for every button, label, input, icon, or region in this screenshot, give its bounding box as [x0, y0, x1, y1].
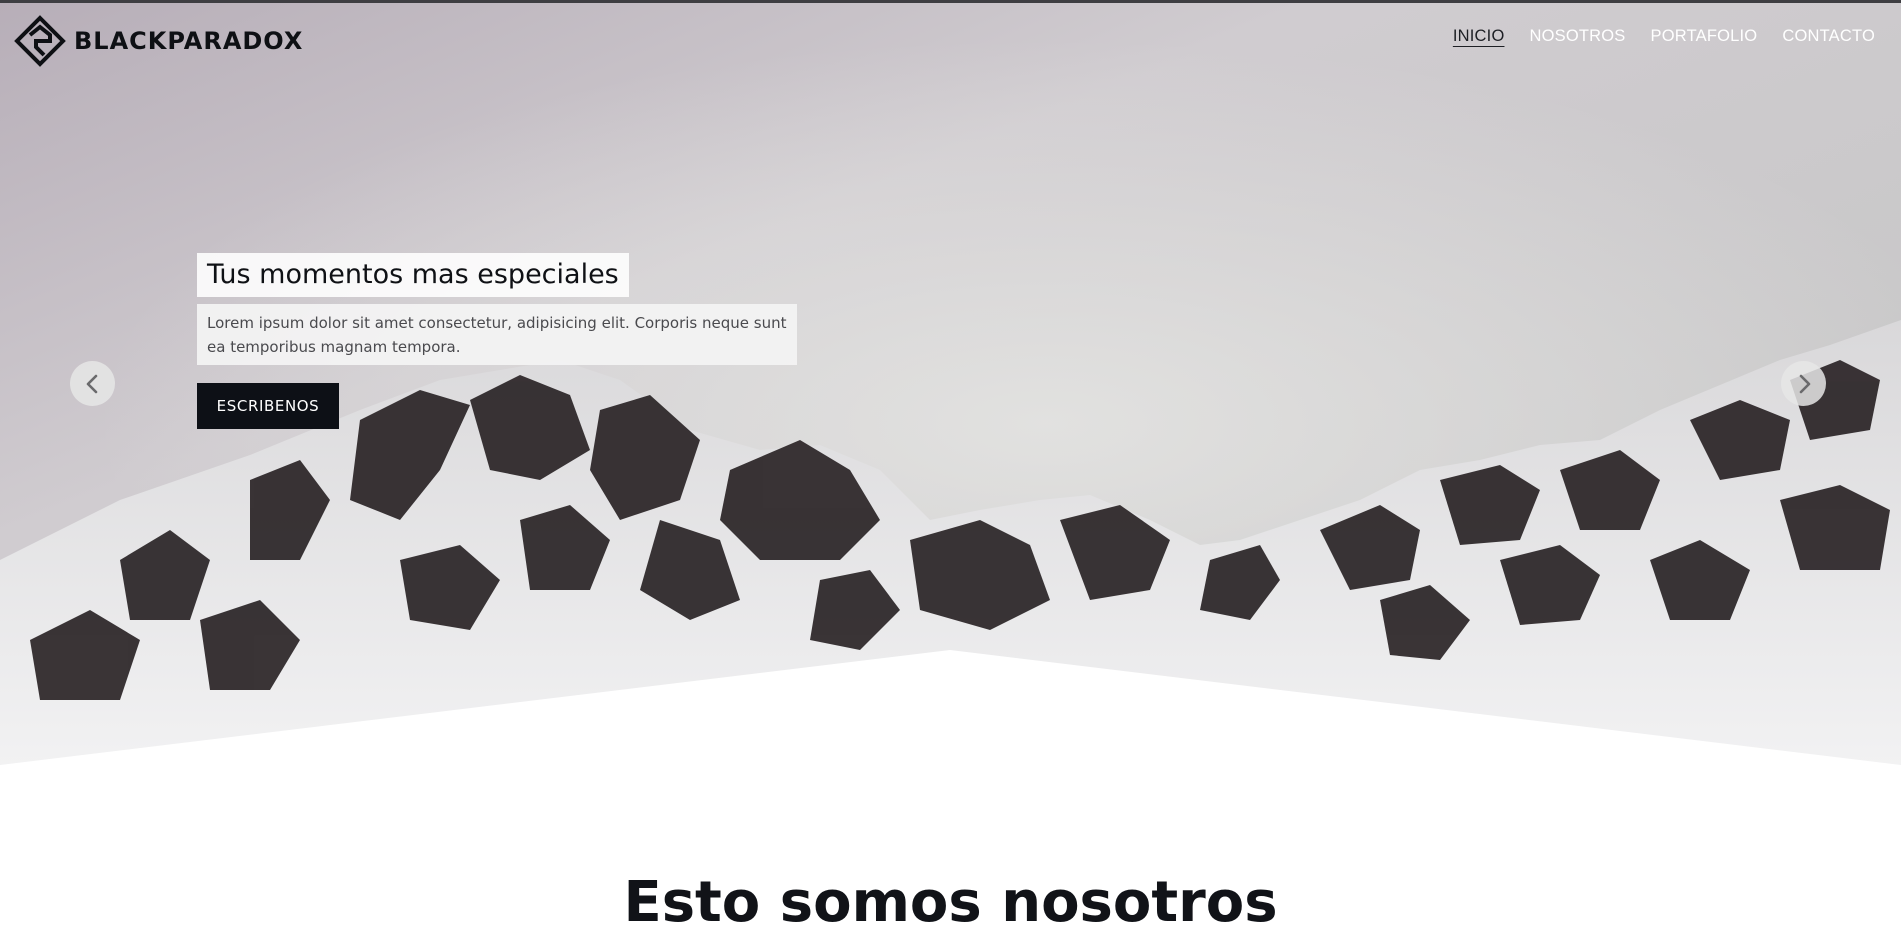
contact-cta-button[interactable]: ESCRIBENOS — [197, 383, 339, 429]
carousel-next-button[interactable] — [1781, 361, 1826, 406]
nav-link-portafolio[interactable]: PORTAFOLIO — [1651, 27, 1758, 46]
navbar: BLACKPARADOX INICIO NOSOTROS PORTAFOLIO … — [0, 0, 1901, 80]
hero-title: Tus momentos mas especiales — [197, 253, 629, 297]
nav-link-contacto[interactable]: CONTACTO — [1782, 27, 1875, 46]
hero-text: Lorem ipsum dolor sit amet consectetur, … — [197, 304, 797, 365]
nav-link-nosotros[interactable]: NOSOTROS — [1529, 27, 1625, 46]
top-border — [0, 0, 1901, 3]
brand-name: BLACKPARADOX — [74, 27, 304, 55]
hero-caption: Tus momentos mas especiales Lorem ipsum … — [197, 253, 797, 429]
chevron-left-icon — [86, 374, 97, 393]
brand-logo-icon — [14, 15, 66, 67]
brand[interactable]: BLACKPARADOX — [14, 15, 303, 67]
chevron-right-icon — [1799, 374, 1810, 393]
main-nav: INICIO NOSOTROS PORTAFOLIO CONTACTO — [1453, 27, 1875, 46]
carousel-prev-button[interactable] — [70, 361, 115, 406]
nav-link-inicio[interactable]: INICIO — [1453, 27, 1505, 46]
about-section-title: Esto somos nosotros — [623, 870, 1278, 933]
hero-carousel: BLACKPARADOX INICIO NOSOTROS PORTAFOLIO … — [0, 0, 1901, 770]
